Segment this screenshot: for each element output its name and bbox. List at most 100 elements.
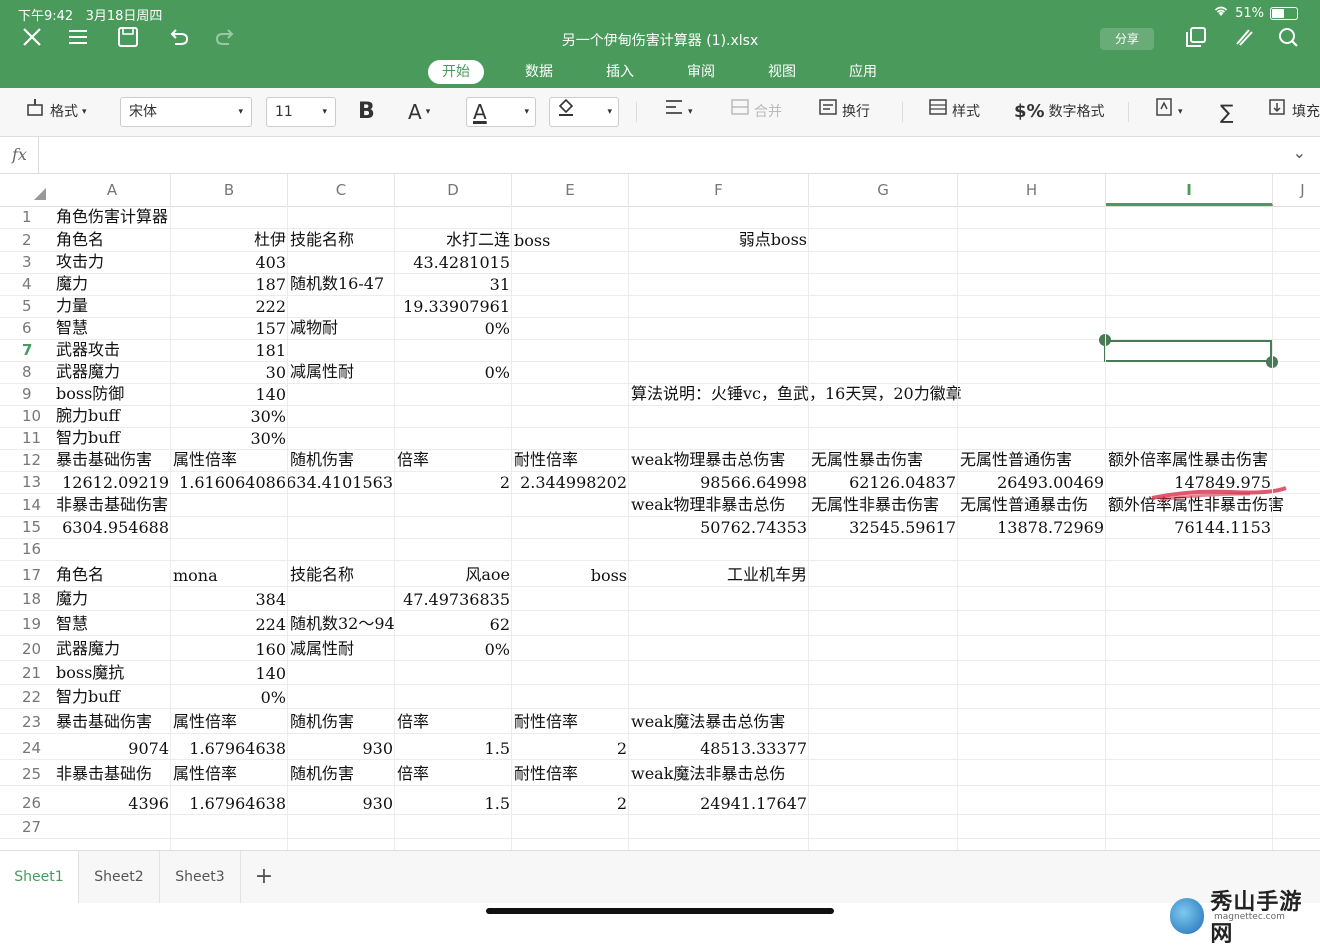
row-header-24[interactable]: 24 xyxy=(0,734,54,759)
cell-F17[interactable]: 工业机车男 xyxy=(629,561,809,586)
cell-B17[interactable]: mona xyxy=(171,561,288,586)
column-header-A[interactable]: A xyxy=(54,174,171,206)
row-header-2[interactable]: 2 xyxy=(0,229,54,251)
cell-A12[interactable]: 暴击基础伤害 xyxy=(54,450,171,471)
cell-B12[interactable]: 属性倍率 xyxy=(171,450,288,471)
sheet-tab-1[interactable]: Sheet1 xyxy=(0,851,79,903)
cell-A15[interactable]: 6304.954688 xyxy=(54,517,171,538)
row-header-1[interactable]: 1 xyxy=(0,206,54,228)
cell-G13[interactable]: 62126.04837 xyxy=(809,472,958,493)
column-header-D[interactable]: D xyxy=(395,174,512,206)
cell-D23[interactable]: 倍率 xyxy=(395,709,512,733)
align-button[interactable]: ▾ xyxy=(664,97,693,127)
cell-D6[interactable]: 0% xyxy=(395,318,512,339)
cell-D20[interactable]: 0% xyxy=(395,636,512,660)
row-header-5[interactable]: 5 xyxy=(0,296,54,317)
cell-E13[interactable]: 2.344998202 xyxy=(512,472,629,493)
cell-A1[interactable]: 角色伤害计算器 xyxy=(54,206,171,228)
font-size-select[interactable]: 11 ▾ xyxy=(266,97,336,127)
font-size-adjust-button[interactable]: A ▾ xyxy=(408,97,430,127)
cell-F2[interactable]: 弱点boss xyxy=(629,229,809,251)
cell-A14[interactable]: 非暴击基础伤害 xyxy=(54,494,171,516)
add-sheet-button[interactable]: + xyxy=(241,851,287,903)
share-button[interactable]: 分享 xyxy=(1100,28,1154,50)
tab-review[interactable]: 审阅 xyxy=(684,60,718,84)
tab-view[interactable]: 视图 xyxy=(765,60,799,84)
cell-A13[interactable]: 12612.09219 xyxy=(54,472,171,493)
cell-B6[interactable]: 157 xyxy=(171,318,288,339)
cell-B4[interactable]: 187 xyxy=(171,274,288,295)
column-header-B[interactable]: B xyxy=(171,174,288,206)
selected-cell-I7[interactable] xyxy=(1104,340,1272,362)
row-header-8[interactable]: 8 xyxy=(0,362,54,383)
cell-D17[interactable]: 风aoe xyxy=(395,561,512,586)
cell-D4[interactable]: 31 xyxy=(395,274,512,295)
cell-D19[interactable]: 62 xyxy=(395,611,512,635)
cell-B19[interactable]: 224 xyxy=(171,611,288,635)
row-header-23[interactable]: 23 xyxy=(0,709,54,733)
row-header-22[interactable]: 22 xyxy=(0,685,54,708)
select-all-corner[interactable] xyxy=(34,188,46,200)
cell-B3[interactable]: 403 xyxy=(171,252,288,273)
cell-E17[interactable]: boss xyxy=(512,561,629,586)
cell-C13[interactable]: 634.4101563 xyxy=(286,472,395,493)
row-header-20[interactable]: 20 xyxy=(0,636,54,660)
cell-A17[interactable]: 角色名 xyxy=(54,561,171,586)
format-painter-button[interactable]: 格式 ▾ xyxy=(26,97,87,127)
cell-C26[interactable]: 930 xyxy=(288,786,395,814)
wrap-text-button[interactable]: 换行 xyxy=(818,97,870,127)
cell-D5[interactable]: 19.33907961 xyxy=(395,296,512,317)
bold-button[interactable]: B xyxy=(358,97,375,127)
cell-C20[interactable]: 减属性耐 xyxy=(288,636,395,660)
row-header-17[interactable]: 17 xyxy=(0,561,54,586)
home-indicator[interactable] xyxy=(486,908,834,914)
cell-D25[interactable]: 倍率 xyxy=(395,760,512,785)
cell-D8[interactable]: 0% xyxy=(395,362,512,383)
cell-A26[interactable]: 4396 xyxy=(54,786,171,814)
row-header-21[interactable]: 21 xyxy=(0,661,54,684)
cell-D12[interactable]: 倍率 xyxy=(395,450,512,471)
search-icon[interactable] xyxy=(1272,26,1304,54)
column-header-J[interactable]: J xyxy=(1273,174,1320,206)
cell-B7[interactable]: 181 xyxy=(171,340,288,361)
row-header-16[interactable]: 16 xyxy=(0,539,54,560)
cell-C19[interactable]: 随机数32～94 xyxy=(288,611,395,635)
cell-B9[interactable]: 140 xyxy=(171,384,288,405)
row-header-18[interactable]: 18 xyxy=(0,587,54,610)
cell-D18[interactable]: 47.49736835 xyxy=(395,587,512,610)
row-header-19[interactable]: 19 xyxy=(0,611,54,635)
column-header-G[interactable]: G xyxy=(809,174,958,206)
cell-B8[interactable]: 30 xyxy=(171,362,288,383)
row-header-14[interactable]: 14 xyxy=(0,494,54,516)
cell-H13[interactable]: 26493.00469 xyxy=(958,472,1106,493)
window-switch-icon[interactable] xyxy=(1180,26,1212,54)
cell-F23[interactable]: weak魔法暴击总伤害 xyxy=(629,709,809,733)
column-header-E[interactable]: E xyxy=(512,174,629,206)
cell-D13[interactable]: 2 xyxy=(395,472,512,493)
tab-home[interactable]: 开始 xyxy=(428,60,484,84)
cell-A23[interactable]: 暴击基础伤害 xyxy=(54,709,171,733)
cell-F12[interactable]: weak物理暴击总伤害 xyxy=(629,450,809,471)
cell-A20[interactable]: 武器魔力 xyxy=(54,636,171,660)
cell-C12[interactable]: 随机伤害 xyxy=(288,450,395,471)
cell-F25[interactable]: weak魔法非暴击总伤 xyxy=(629,760,809,785)
cell-A18[interactable]: 魔力 xyxy=(54,587,171,610)
cell-B24[interactable]: 1.67964638 xyxy=(171,734,288,759)
cell-B18[interactable]: 384 xyxy=(171,587,288,610)
font-color-button[interactable]: A ▾ xyxy=(466,97,536,127)
cell-B10[interactable]: 30% xyxy=(171,406,288,427)
cell-F14[interactable]: weak物理非暴击总伤 xyxy=(629,494,809,516)
cell-H14[interactable]: 无属性普通暴击伤 xyxy=(958,494,1106,516)
cell-H12[interactable]: 无属性普通伤害 xyxy=(958,450,1106,471)
row-header-15[interactable]: 15 xyxy=(0,517,54,538)
cell-C23[interactable]: 随机伤害 xyxy=(288,709,395,733)
row-header-3[interactable]: 3 xyxy=(0,252,54,273)
column-header-I[interactable]: I xyxy=(1106,174,1273,206)
cell-G15[interactable]: 32545.59617 xyxy=(809,517,958,538)
cell-A19[interactable]: 智慧 xyxy=(54,611,171,635)
cell-I15[interactable]: 76144.1153 xyxy=(1106,517,1273,538)
cell-G14[interactable]: 无属性非暴击伤害 xyxy=(809,494,958,516)
cell-C4[interactable]: 随机数16-47 xyxy=(288,274,395,295)
cell-B5[interactable]: 222 xyxy=(171,296,288,317)
row-header-10[interactable]: 10 xyxy=(0,406,54,427)
